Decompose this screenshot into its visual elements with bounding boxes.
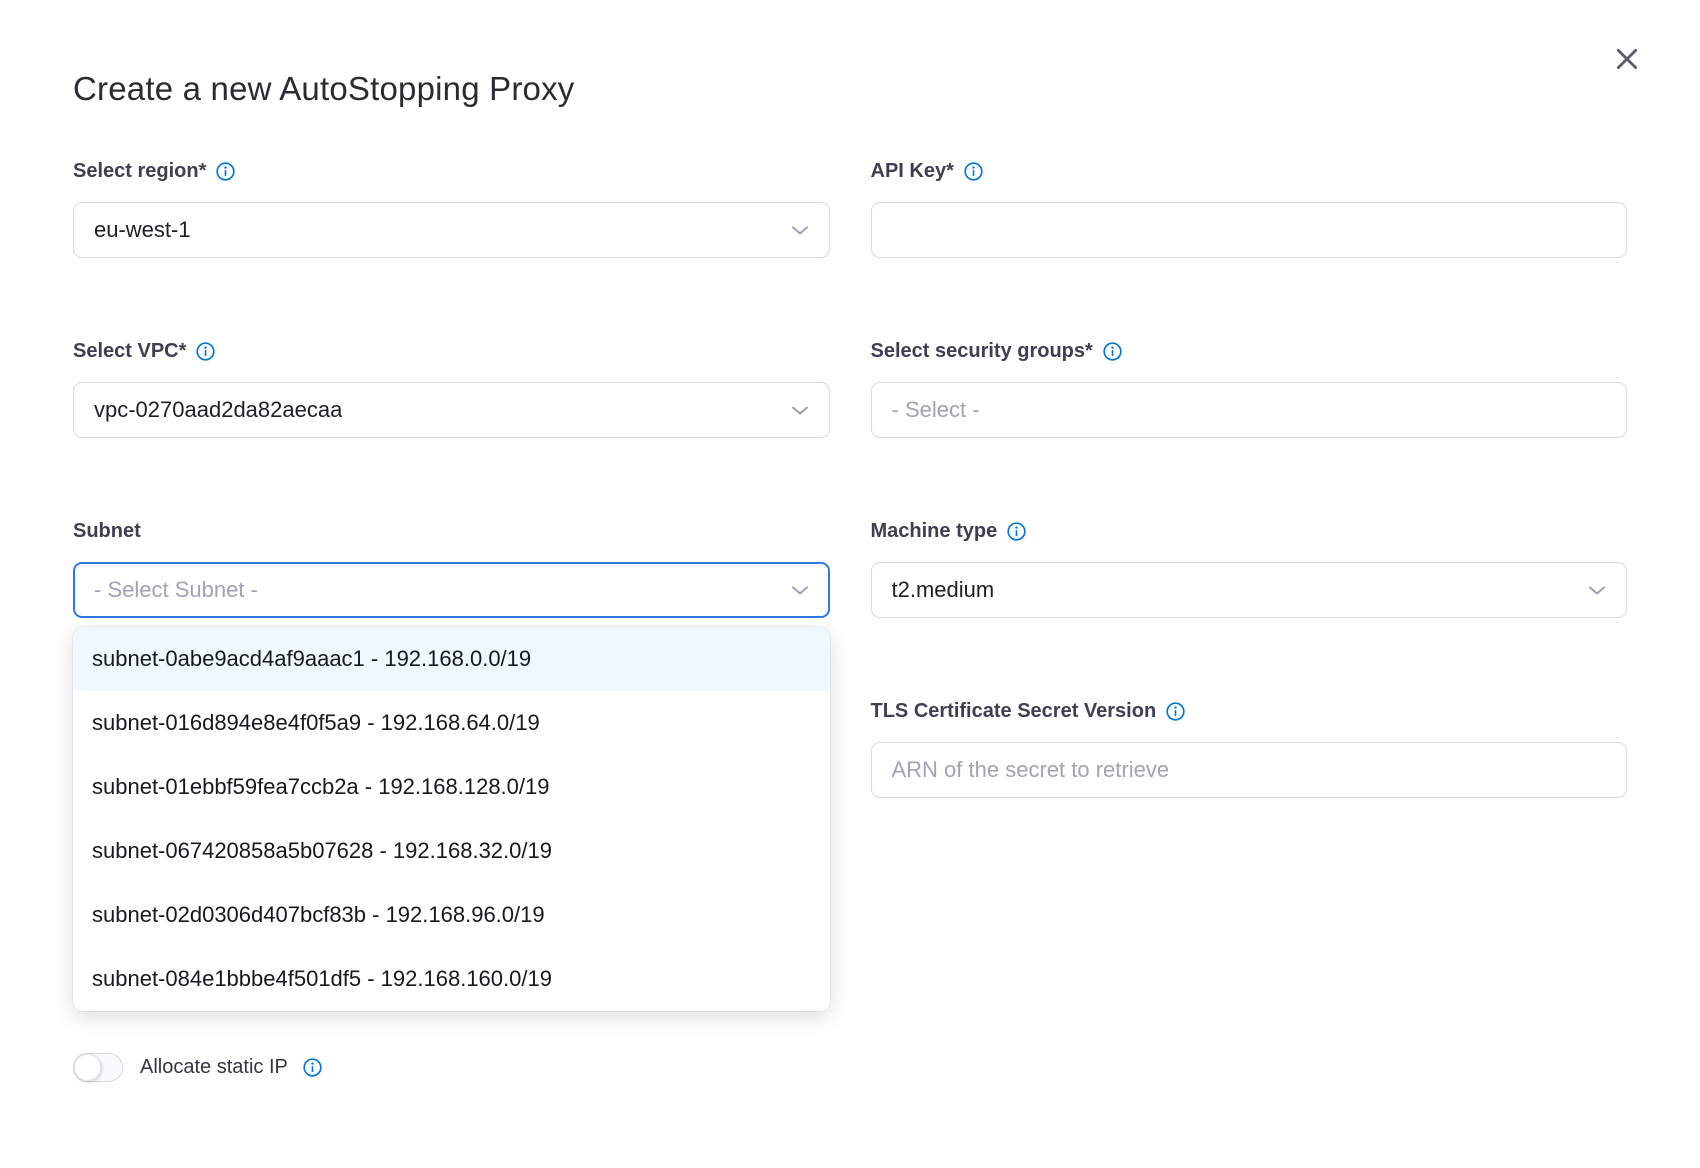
create-autostopping-proxy-modal: Create a new AutoStopping Proxy Select r… xyxy=(0,0,1700,1168)
chevron-down-icon xyxy=(1588,585,1606,596)
subnet-option[interactable]: subnet-01ebbf59fea7ccb2a - 192.168.128.0… xyxy=(73,755,830,819)
info-icon[interactable] xyxy=(216,162,235,181)
info-icon[interactable] xyxy=(1103,342,1122,361)
subnet-option[interactable]: subnet-02d0306d407bcf83b - 192.168.96.0/… xyxy=(73,883,830,947)
field-tls-secret: TLS Certificate Secret Version xyxy=(871,698,1628,798)
allocate-static-ip-label: Allocate static IP xyxy=(140,1056,288,1079)
allocate-static-ip-row: Allocate static IP xyxy=(73,1053,1700,1082)
chevron-down-icon xyxy=(791,585,809,596)
subnet-placeholder: - Select Subnet - xyxy=(94,577,258,603)
security-groups-label: Select security groups* xyxy=(871,340,1093,363)
field-subnet: Subnet - Select Subnet - subnet-0abe9acd… xyxy=(73,518,830,618)
subnet-dropdown-menu: subnet-0abe9acd4af9aaac1 - 192.168.0.0/1… xyxy=(73,627,830,1011)
vpc-select[interactable]: vpc-0270aad2da82aecaa xyxy=(73,382,830,438)
field-vpc: Select VPC* vpc-0270aad2da82aecaa xyxy=(73,338,830,438)
api-key-input[interactable] xyxy=(871,202,1628,258)
info-icon[interactable] xyxy=(196,342,215,361)
tls-secret-input[interactable] xyxy=(871,742,1628,798)
vpc-label: Select VPC* xyxy=(73,340,186,363)
close-button[interactable] xyxy=(1610,42,1644,76)
info-icon[interactable] xyxy=(964,162,983,181)
info-icon[interactable] xyxy=(1166,702,1185,721)
subnet-label: Subnet xyxy=(73,520,141,543)
close-icon xyxy=(1614,46,1640,72)
info-icon[interactable] xyxy=(1007,522,1026,541)
subnet-select[interactable]: - Select Subnet - xyxy=(73,562,830,618)
chevron-down-icon xyxy=(791,225,809,236)
proxy-form: Select region* eu-west-1 API Key* xyxy=(73,158,1627,798)
subnet-option[interactable]: subnet-0abe9acd4af9aaac1 - 192.168.0.0/1… xyxy=(73,627,830,691)
page-title: Create a new AutoStopping Proxy xyxy=(0,0,1700,108)
region-select[interactable]: eu-west-1 xyxy=(73,202,830,258)
region-value: eu-west-1 xyxy=(94,217,191,243)
allocate-static-ip-toggle[interactable] xyxy=(73,1053,123,1082)
field-machine-type: Machine type t2.medium xyxy=(871,518,1628,618)
field-region: Select region* eu-west-1 xyxy=(73,158,830,258)
field-security-groups: Select security groups* - Select - xyxy=(871,338,1628,438)
machine-type-value: t2.medium xyxy=(892,577,995,603)
subnet-option[interactable]: subnet-067420858a5b07628 - 192.168.32.0/… xyxy=(73,819,830,883)
machine-type-select[interactable]: t2.medium xyxy=(871,562,1628,618)
tls-secret-label: TLS Certificate Secret Version xyxy=(871,700,1157,723)
machine-type-label: Machine type xyxy=(871,520,998,543)
subnet-option[interactable]: subnet-084e1bbbe4f501df5 - 192.168.160.0… xyxy=(73,947,830,1011)
api-key-label: API Key* xyxy=(871,160,954,183)
field-api-key: API Key* xyxy=(871,158,1628,258)
vpc-value: vpc-0270aad2da82aecaa xyxy=(94,397,342,423)
chevron-down-icon xyxy=(791,405,809,416)
security-groups-placeholder: - Select - xyxy=(892,397,980,423)
security-groups-select[interactable]: - Select - xyxy=(871,382,1628,438)
info-icon[interactable] xyxy=(303,1058,322,1077)
subnet-option[interactable]: subnet-016d894e8e4f0f5a9 - 192.168.64.0/… xyxy=(73,691,830,755)
region-label: Select region* xyxy=(73,160,206,183)
toggle-knob xyxy=(74,1054,101,1081)
